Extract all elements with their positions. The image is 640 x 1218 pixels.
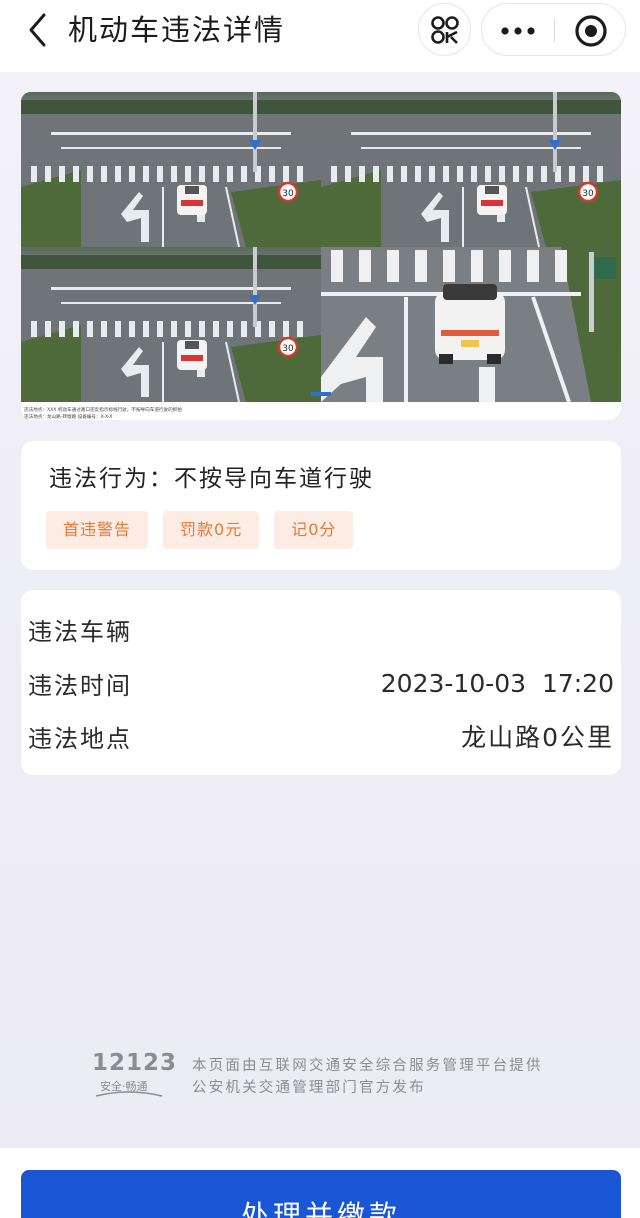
chevron-left-icon bbox=[29, 13, 46, 47]
footer-branding: 12123 安全·畅通 本页面由互联网交通安全综合服务管理平台提供 公安机关交通… bbox=[92, 1050, 572, 1106]
photo-caption-1: 违法地点：XXX 机动车通过路口违反指示标线行驶，不按导向车道行驶的抓拍 bbox=[24, 406, 182, 413]
scan-icon bbox=[430, 15, 459, 44]
place-value: 龙山路0公里 bbox=[461, 723, 614, 752]
logo-12123: 12123 bbox=[92, 1050, 178, 1076]
penalty-badges: 首违警告 罚款0元 记0分 bbox=[46, 511, 354, 549]
violation-card: 违法行为：不按导向车道行驶 首违警告 罚款0元 记0分 bbox=[21, 441, 621, 570]
info-row-place: 违法地点 龙山路0公里 bbox=[28, 718, 614, 754]
info-row-time: 违法时间 2023-10-03 17:20 bbox=[28, 665, 614, 701]
top-nav-bar: 机动车违法详情 bbox=[0, 0, 640, 72]
violation-behavior: 违法行为：不按导向车道行驶 bbox=[49, 461, 374, 497]
page-title: 机动车违法详情 bbox=[68, 13, 286, 47]
footer-line-2: 公安机关交通管理部门官方发布 bbox=[192, 1080, 426, 1096]
menu-capsule bbox=[481, 3, 626, 56]
points-badge: 记0分 bbox=[274, 511, 354, 549]
place-label: 违法地点 bbox=[28, 724, 132, 753]
back-button[interactable] bbox=[18, 10, 58, 50]
scan-button[interactable] bbox=[418, 3, 471, 56]
target-close-icon bbox=[575, 14, 607, 47]
more-button[interactable] bbox=[482, 4, 554, 57]
violation-label: 违法行为： bbox=[49, 466, 174, 492]
process-and-pay-button[interactable]: 处理并缴款 bbox=[21, 1170, 621, 1218]
footer-text: 本页面由互联网交通安全综合服务管理平台提供 公安机关交通管理部门官方发布 bbox=[192, 1055, 543, 1099]
vehicle-label: 违法车辆 bbox=[28, 617, 132, 646]
evidence-photo[interactable]: 30 违法地点：XXX 机动车通过路口违反指示标线行驶，不按导向车道行驶的抓拍 … bbox=[21, 92, 621, 420]
fine-badge: 罚款0元 bbox=[163, 511, 260, 549]
close-miniapp-button[interactable] bbox=[555, 4, 627, 57]
logo-swoosh-icon bbox=[95, 1091, 163, 1097]
photo-caption-2: 违法地点：龙山路-转塘路 设备编号：X-X-X bbox=[24, 413, 112, 420]
time-value: 2023-10-03 17:20 bbox=[380, 668, 614, 698]
info-row-vehicle: 违法车辆 bbox=[28, 611, 614, 647]
first-offense-badge: 首违警告 bbox=[46, 511, 149, 549]
more-dots-icon bbox=[501, 26, 535, 35]
time-label: 违法时间 bbox=[28, 671, 132, 700]
violation-value: 不按导向车道行驶 bbox=[174, 466, 374, 492]
evidence-photo-image: 30 违法地点：XXX 机动车通过路口违反指示标线行驶，不按导向车道行驶的抓拍 … bbox=[21, 92, 621, 420]
footer-line-1: 本页面由互联网交通安全综合服务管理平台提供 bbox=[192, 1058, 543, 1074]
